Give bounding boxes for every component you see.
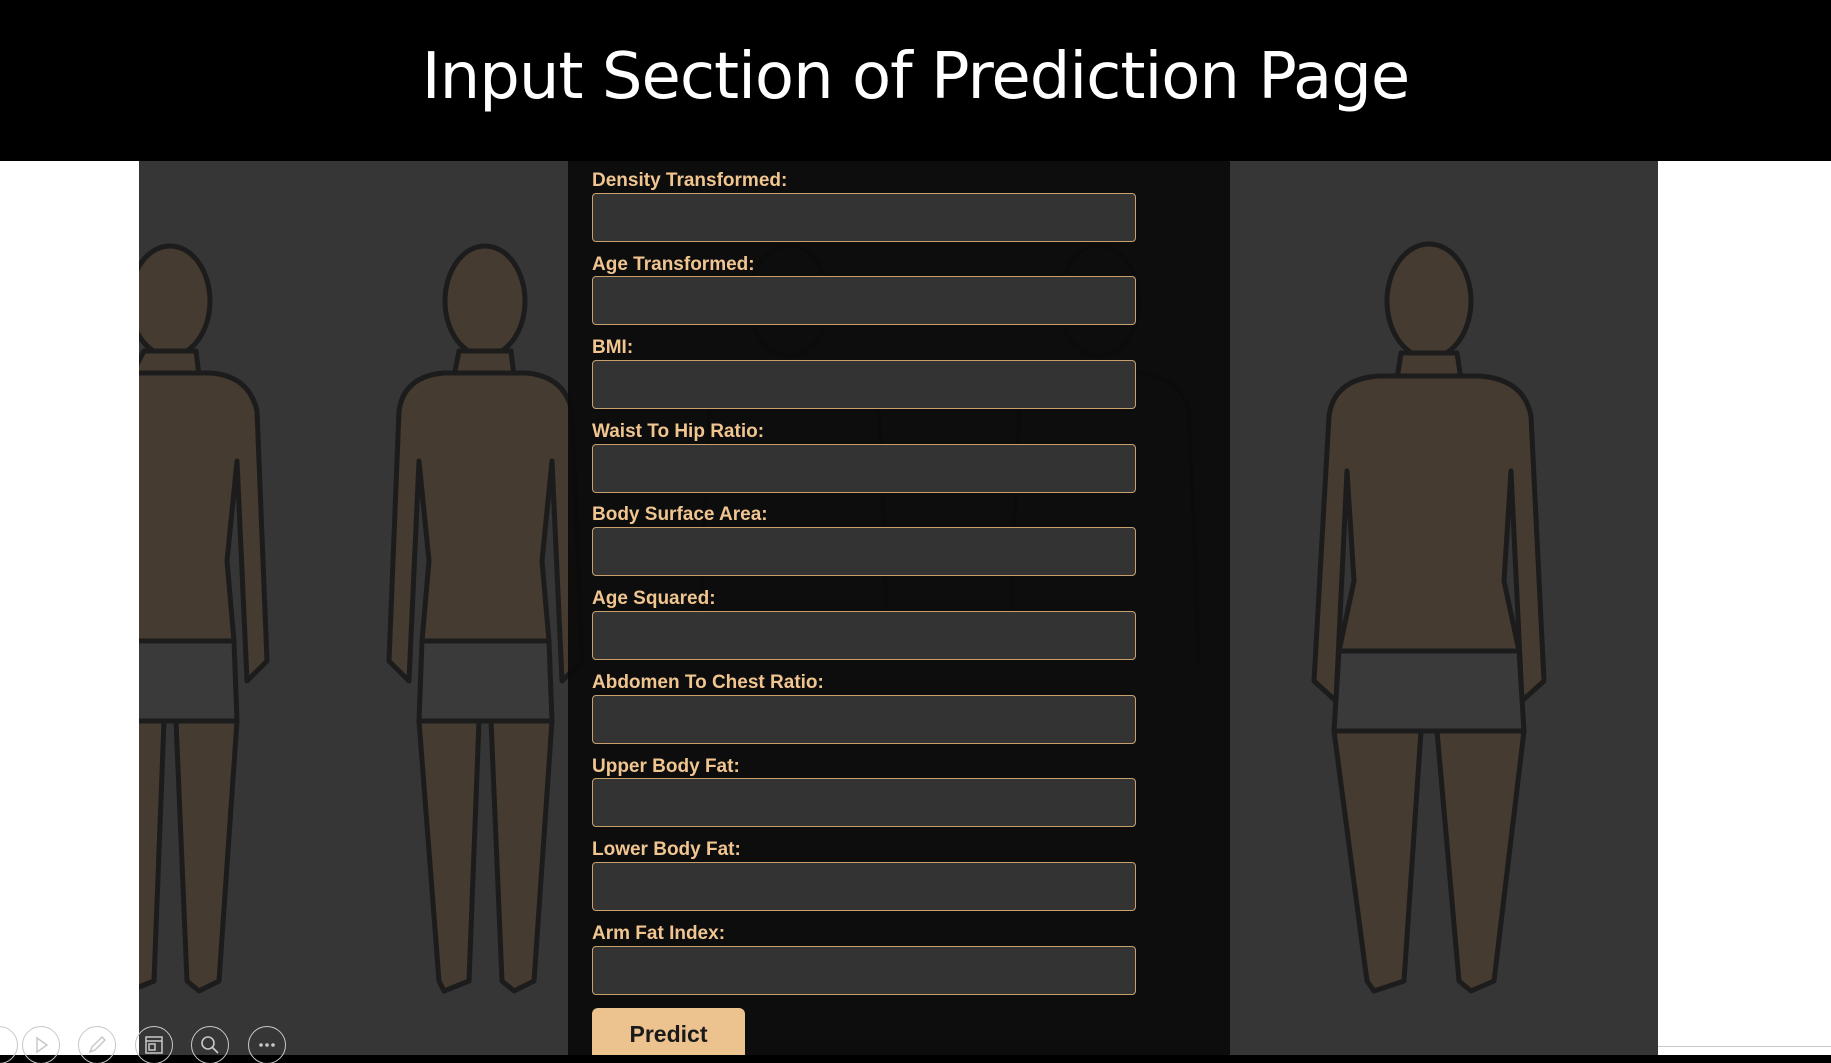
- slides-grid-icon[interactable]: [135, 1026, 173, 1063]
- divider: [1658, 1046, 1831, 1047]
- body-surface-area-input[interactable]: [592, 527, 1136, 576]
- age-transformed-label: Age Transformed:: [592, 254, 755, 275]
- abdomen-to-chest-ratio-input[interactable]: [592, 695, 1136, 744]
- bmi-input[interactable]: [592, 360, 1136, 409]
- age-squared-label: Age Squared:: [592, 588, 716, 609]
- bmi-label: BMI:: [592, 337, 634, 358]
- body-surface-area-label: Body Surface Area:: [592, 504, 768, 525]
- slide-title: Input Section of Prediction Page: [421, 40, 1410, 114]
- upper-body-fat-label: Upper Body Fat:: [592, 756, 740, 777]
- upper-body-fat-input[interactable]: [592, 778, 1136, 827]
- body-figure-2: [386, 243, 585, 994]
- density-transformed-input[interactable]: [592, 193, 1136, 242]
- age-transformed-input[interactable]: [592, 276, 1136, 325]
- waist-to-hip-ratio-label: Waist To Hip Ratio:: [592, 421, 765, 442]
- abdomen-to-chest-ratio-label: Abdomen To Chest Ratio:: [592, 672, 824, 693]
- body-figure-3: [1311, 241, 1547, 994]
- lower-body-fat-label: Lower Body Fat:: [592, 839, 741, 860]
- pen-icon[interactable]: [78, 1026, 116, 1063]
- arm-fat-index-input[interactable]: [592, 946, 1136, 995]
- arm-fat-index-label: Arm Fat Index:: [592, 923, 726, 944]
- body-figure-1: [139, 243, 270, 994]
- play-icon[interactable]: [22, 1026, 60, 1063]
- predict-button[interactable]: Predict: [592, 1008, 745, 1055]
- slide-header: Input Section of Prediction Page: [0, 0, 1831, 161]
- input-form: Density Transformed: Age Transformed: BM…: [568, 161, 1230, 1055]
- lower-body-fat-input[interactable]: [592, 862, 1136, 911]
- slide-view: Input Section of Prediction Page Density…: [0, 0, 1831, 1063]
- zoom-icon[interactable]: [191, 1026, 229, 1063]
- density-transformed-label: Density Transformed:: [592, 170, 788, 191]
- previous-icon[interactable]: [0, 1026, 18, 1063]
- more-icon[interactable]: [248, 1026, 286, 1063]
- age-squared-input[interactable]: [592, 611, 1136, 660]
- waist-to-hip-ratio-input[interactable]: [592, 444, 1136, 493]
- prediction-page-screenshot: Density Transformed: Age Transformed: BM…: [139, 161, 1658, 1055]
- slideshow-toolbar: [0, 1024, 300, 1063]
